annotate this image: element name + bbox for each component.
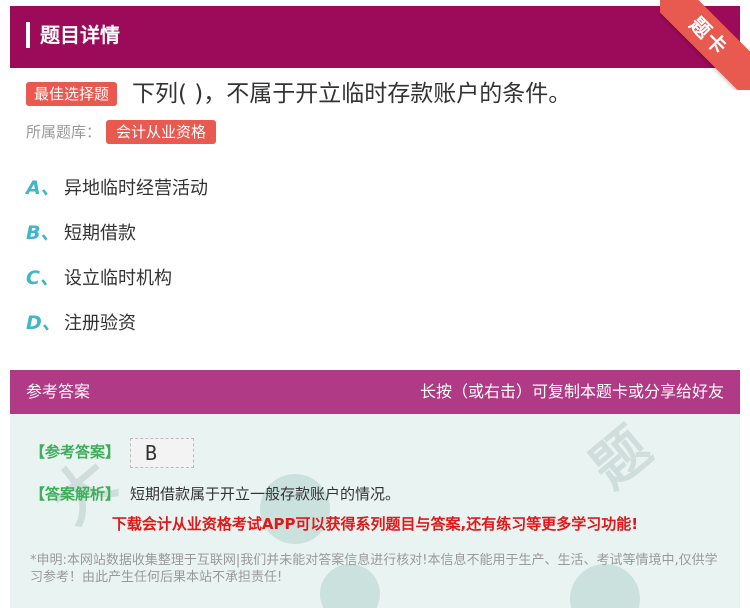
option-b[interactable]: B、 短期借款: [26, 220, 136, 246]
library-tag[interactable]: 会计从业资格: [106, 120, 217, 144]
answer-body: 大 题 【参考答案】 B 【答案解析】 短期借款属于开立一般存款账户的情况。 下…: [10, 414, 740, 608]
disclaimer-text: *申明:本网站数据收集整理于互联网|我们并未能对答案信息进行核对!本信息不能用于…: [30, 553, 718, 585]
option-letter: B、: [26, 222, 60, 244]
option-d[interactable]: D、 注册验资: [26, 310, 136, 336]
question-type-tag: 最佳选择题: [26, 82, 118, 106]
answer-header: 参考答案 长按（或右击）可复制本题卡或分享给好友: [10, 370, 740, 414]
question-text: 下列( )，不属于开立临时存款账户的条件。: [132, 81, 572, 107]
option-a[interactable]: A、 异地临时经营活动: [26, 175, 208, 201]
option-text: 异地临时经营活动: [64, 178, 208, 199]
library-label: 所属题库：: [26, 123, 102, 141]
corner-ribbon: 题卡: [660, 0, 750, 90]
header-accent-bar: [26, 22, 30, 48]
watermark-glyph: 题: [578, 415, 664, 502]
option-text: 短期借款: [64, 223, 136, 244]
option-text: 设立临时机构: [64, 268, 172, 289]
explanation-label: 【答案解析】: [30, 485, 121, 503]
download-promo-link[interactable]: 下载会计从业资格考试APP可以获得系列题目与答案,还有练习等更多学习功能!: [10, 514, 740, 534]
header-title: 题目详情: [40, 23, 120, 47]
share-hint: 长按（或右击）可复制本题卡或分享给好友: [419, 382, 724, 401]
reference-answer-value: B: [130, 438, 194, 468]
answer-title: 参考答案: [26, 382, 91, 401]
reference-answer-label: 【参考答案】: [30, 443, 121, 461]
option-text: 注册验资: [64, 313, 136, 334]
detail-header: 题目详情: [10, 6, 740, 68]
explanation-text: 短期借款属于开立一般存款账户的情况。: [130, 485, 401, 503]
option-letter: C、: [26, 267, 59, 289]
option-letter: D、: [26, 312, 61, 334]
ribbon-label: 题卡: [660, 0, 750, 90]
option-c[interactable]: C、 设立临时机构: [26, 265, 172, 291]
question-card: 题目详情 题卡 最佳选择题 下列( )，不属于开立临时存款账户的条件。 所属题库…: [0, 0, 750, 608]
option-letter: A、: [26, 177, 60, 199]
